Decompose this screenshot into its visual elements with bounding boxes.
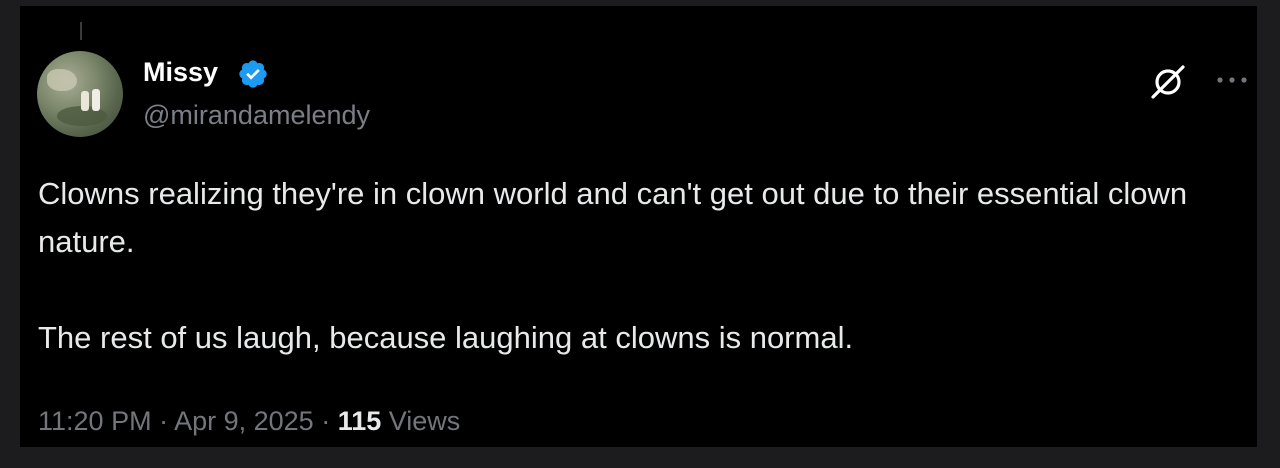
avatar-detail (92, 89, 100, 111)
tweet-text: Clowns realizing they're in clown world … (38, 170, 1228, 362)
views-count: 115 (337, 406, 382, 436)
avatar-detail (81, 91, 89, 111)
more-options-icon[interactable] (1214, 68, 1250, 92)
tweet-meta: 11:20 PM · Apr 9, 2025 · 115 Views (38, 404, 460, 438)
thread-line (80, 22, 82, 40)
post-time[interactable]: 11:20 PM (38, 406, 152, 436)
meta-separator: · (151, 406, 175, 436)
meta-separator: · (313, 406, 338, 436)
post-date[interactable]: Apr 9, 2025 (174, 406, 314, 436)
views-label: Views (381, 406, 461, 436)
avatar[interactable] (37, 51, 123, 137)
avatar-detail (47, 69, 77, 91)
display-name[interactable]: Missy (143, 56, 218, 88)
tweet-paragraph: Clowns realizing they're in clown world … (38, 176, 1188, 259)
grok-icon[interactable] (1148, 62, 1188, 102)
verified-badge-icon (239, 60, 267, 88)
handle[interactable]: @mirandamelendy (143, 99, 370, 131)
tweet-paragraph: The rest of us laugh, because laughing a… (38, 320, 854, 355)
